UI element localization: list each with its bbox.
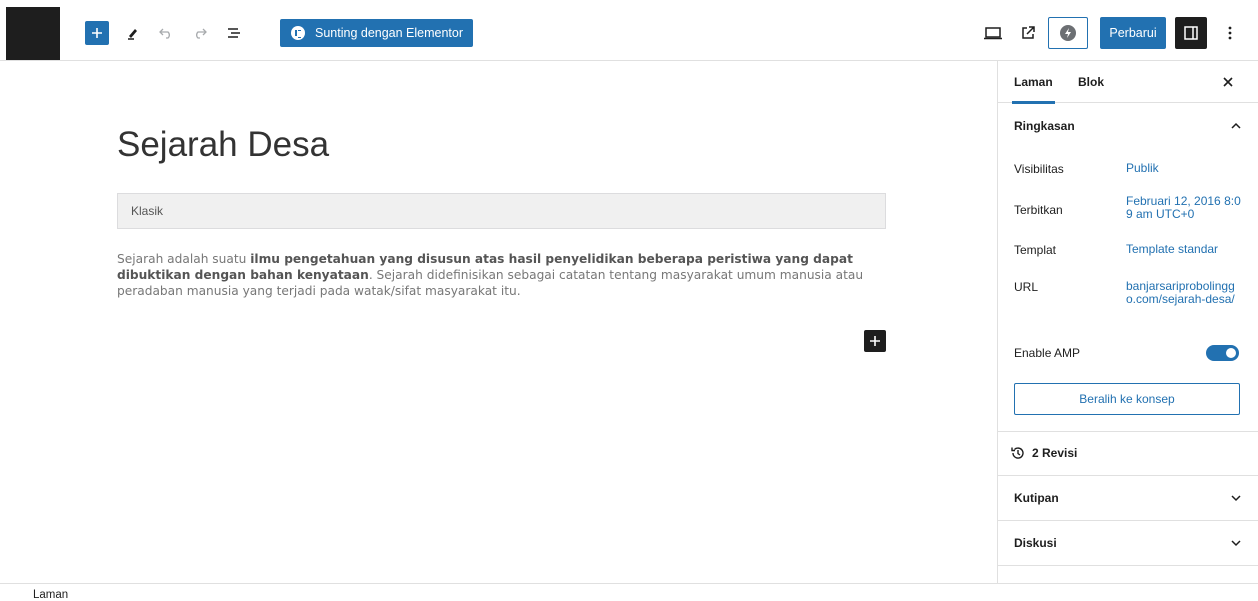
- desktop-icon: [984, 27, 1002, 40]
- editor-header: Sunting dengan Elementor Perbarui: [0, 0, 1258, 61]
- update-button[interactable]: Perbarui: [1100, 17, 1166, 49]
- revisions-label: 2 Revisi: [1032, 446, 1078, 460]
- sidebar-tabs: Laman Blok: [998, 61, 1258, 104]
- plus-icon: [870, 336, 880, 346]
- inline-add-block-button[interactable]: [864, 330, 886, 352]
- edit-with-elementor-button[interactable]: Sunting dengan Elementor: [280, 19, 473, 47]
- excerpt-panel-toggle[interactable]: Kutipan: [998, 476, 1258, 520]
- switch-to-draft-button[interactable]: Beralih ke konsep: [1014, 383, 1240, 415]
- external-link-icon: [1022, 26, 1035, 39]
- edit-with-elementor-label: Sunting dengan Elementor: [315, 26, 464, 40]
- discussion-panel-title: Diskusi: [1014, 536, 1057, 550]
- divider: [998, 565, 1258, 566]
- amp-label: Enable AMP: [1014, 346, 1081, 360]
- visibility-label: Visibilitas: [1014, 162, 1064, 176]
- content-paragraph[interactable]: Sejarah adalah suatu ilmu pengetahuan ya…: [117, 251, 887, 299]
- sidebar-icon: [1184, 26, 1198, 40]
- summary-panel-toggle[interactable]: Ringkasan: [998, 104, 1258, 148]
- close-sidebar-button[interactable]: [1220, 74, 1236, 90]
- breadcrumb-item-page[interactable]: Laman: [33, 589, 68, 601]
- edit-tool-button[interactable]: [122, 22, 144, 44]
- chevron-up-icon: [1231, 122, 1241, 129]
- discussion-panel-toggle[interactable]: Diskusi: [998, 521, 1258, 565]
- performance-button[interactable]: [1048, 17, 1088, 49]
- tab-block[interactable]: Blok: [1078, 61, 1104, 103]
- classic-block-label: Klasik: [131, 204, 164, 218]
- summary-panel-title: Ringkasan: [1014, 119, 1075, 133]
- block-breadcrumb: Laman: [0, 583, 1258, 601]
- undo-button[interactable]: [155, 22, 177, 44]
- undo-icon: [159, 28, 170, 39]
- settings-sidebar-toggle[interactable]: [1175, 17, 1207, 49]
- close-icon: [1223, 77, 1233, 87]
- options-menu-button[interactable]: [1220, 19, 1240, 47]
- amp-toggle[interactable]: [1206, 345, 1239, 361]
- settings-sidebar: Laman Blok Ringkasan Visibilitas Publik …: [997, 61, 1258, 583]
- paragraph-text-1: Sejarah adalah suatu: [117, 252, 251, 266]
- redo-icon: [196, 28, 207, 39]
- publish-label: Terbitkan: [1014, 203, 1063, 217]
- visibility-value[interactable]: Publik: [1126, 162, 1244, 175]
- template-label: Templat: [1014, 243, 1057, 257]
- history-icon: [1011, 447, 1024, 459]
- pencil-icon: [128, 29, 137, 40]
- plus-icon: [92, 28, 102, 38]
- document-overview-button[interactable]: [223, 22, 245, 44]
- preview-button[interactable]: [979, 19, 1007, 47]
- site-logo-button[interactable]: [6, 7, 60, 60]
- template-value[interactable]: Template standar: [1126, 243, 1244, 256]
- chevron-down-icon: [1231, 495, 1241, 502]
- chevron-down-icon: [1231, 540, 1241, 547]
- url-value[interactable]: banjarsariprobolinggo.com/sejarah-desa/: [1126, 280, 1244, 306]
- tab-page[interactable]: Laman: [1012, 61, 1055, 104]
- editor-canvas: Sejarah Desa Klasik Sejarah adalah suatu…: [0, 61, 997, 583]
- more-vertical-icon: [1228, 26, 1232, 40]
- page-title[interactable]: Sejarah Desa: [117, 125, 329, 165]
- url-label: URL: [1014, 280, 1039, 294]
- classic-block-toolbar[interactable]: Klasik: [117, 193, 886, 229]
- list-view-icon: [228, 28, 240, 38]
- view-page-button[interactable]: [1014, 19, 1042, 47]
- publish-date-value[interactable]: Februari 12, 2016 8:09 am UTC+0: [1126, 195, 1244, 221]
- lightning-icon: [1060, 25, 1076, 41]
- redo-button[interactable]: [189, 22, 211, 44]
- add-block-button[interactable]: [85, 21, 109, 45]
- revisions-link[interactable]: 2 Revisi: [998, 431, 1258, 475]
- elementor-icon: [291, 26, 305, 40]
- excerpt-panel-title: Kutipan: [1014, 491, 1059, 505]
